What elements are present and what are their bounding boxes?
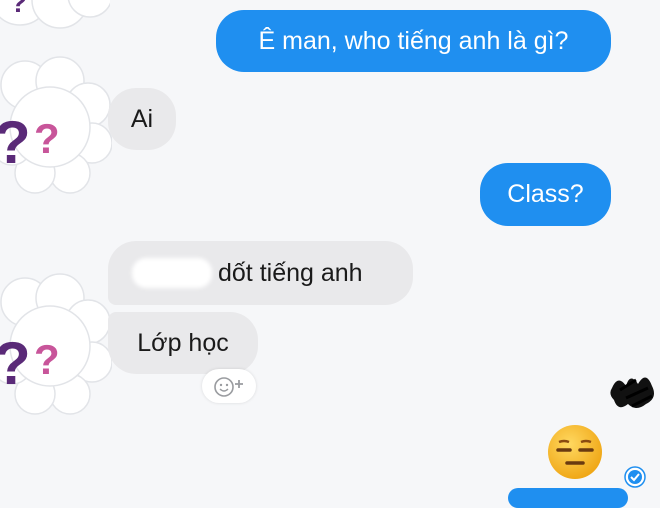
seen-checkmark-icon <box>624 466 646 488</box>
outgoing-message-bubble[interactable]: Class? <box>480 163 611 226</box>
svg-text:?: ? <box>34 336 60 383</box>
svg-text:?: ? <box>10 0 27 18</box>
add-reaction-button[interactable] <box>202 369 256 403</box>
message-text: Lớp học <box>137 328 229 357</box>
incoming-message-bubble[interactable]: Lớp học <box>108 312 258 374</box>
message-text: dốt tiếng anh <box>218 258 363 287</box>
outgoing-message-bubble[interactable]: Ê man, who tiếng anh là gì? <box>216 10 611 72</box>
avatar-cloud-partial: ? <box>0 0 110 29</box>
add-reaction-icon <box>214 377 243 397</box>
question-marks-cloud-avatar: ? ? <box>0 273 112 415</box>
message-text: Ê man, who tiếng anh là gì? <box>258 26 569 55</box>
incoming-message-bubble[interactable]: dốt tiếng anh <box>108 241 413 305</box>
question-marks-cloud-avatar: ? ? <box>0 56 112 194</box>
outgoing-message-bubble-partial[interactable] <box>508 488 628 508</box>
redacted-name-scribble <box>132 258 212 288</box>
svg-text:?: ? <box>0 330 31 397</box>
svg-text:?: ? <box>34 115 60 162</box>
incoming-message-bubble[interactable]: Ai <box>108 88 176 150</box>
message-text: Class? <box>507 180 584 208</box>
svg-text:?: ? <box>0 109 31 176</box>
message-text: Ai <box>130 104 154 133</box>
expressionless-face-emoji <box>548 425 602 479</box>
redaction-scribble <box>610 377 654 408</box>
